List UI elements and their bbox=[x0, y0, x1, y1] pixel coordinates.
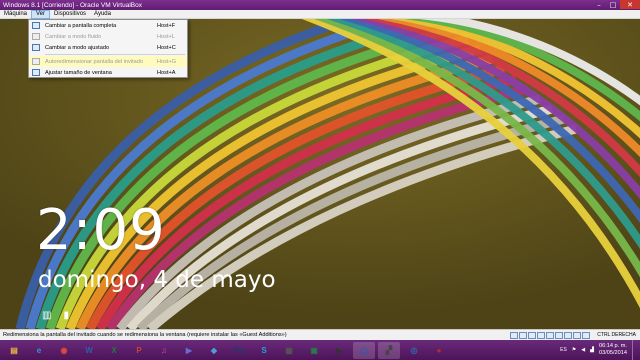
menu-item-fullscreen[interactable]: Cambiar a pantalla completa Host+F bbox=[29, 20, 187, 31]
view-menu-dropdown: Cambiar a pantalla completa Host+F Cambi… bbox=[28, 19, 188, 78]
excel-icon[interactable]: X bbox=[103, 342, 125, 359]
adjust-window-icon bbox=[32, 69, 40, 76]
taskbar-apps: ▤ e ◉ W X P ♫ ▶ ◆ Ps S ▦ ▣ ▶ ▢ ▞ ◎ ● bbox=[0, 341, 450, 359]
status-icons bbox=[510, 331, 591, 339]
network-icon[interactable] bbox=[546, 331, 555, 339]
menu-item-scale[interactable]: Cambiar a modo ajustado Host+C bbox=[29, 42, 187, 53]
network-icon: ▥ bbox=[42, 310, 52, 321]
media-player-icon[interactable]: ▶ bbox=[328, 342, 350, 359]
powerpoint-icon[interactable]: P bbox=[128, 342, 150, 359]
cpu-icon[interactable] bbox=[573, 331, 582, 339]
usb-icon[interactable] bbox=[528, 331, 537, 339]
menu-item-label: Cambiar a modo ajustado bbox=[45, 44, 110, 51]
seamless-icon bbox=[32, 33, 40, 40]
menu-item-shortcut: Host+A bbox=[157, 69, 176, 76]
chrome-icon[interactable]: ◉ bbox=[53, 342, 75, 359]
movie-icon[interactable]: ▞ bbox=[378, 341, 400, 359]
photoshop-icon[interactable]: Ps bbox=[228, 342, 250, 359]
itunes-icon[interactable]: ♫ bbox=[153, 342, 175, 359]
menu-ayuda[interactable]: Ayuda bbox=[90, 10, 115, 19]
menu-item-label: Cambiar a pantalla completa bbox=[45, 22, 117, 29]
taskbar: ▤ e ◉ W X P ♫ ▶ ◆ Ps S ▦ ▣ ▶ ▢ ▞ ◎ ● ES ⚑ ◀ ▟ 06:14 p. m.… bbox=[0, 340, 640, 360]
media-icon[interactable]: ▶ bbox=[178, 342, 200, 359]
close-button[interactable]: ✕ bbox=[620, 0, 640, 9]
calculator-icon[interactable]: ▦ bbox=[278, 342, 300, 359]
menu-item-shortcut: Host+F bbox=[157, 22, 176, 29]
skype-icon[interactable]: S bbox=[253, 342, 275, 359]
lockscreen-time: 2:09 bbox=[36, 198, 166, 263]
hdd-icon[interactable] bbox=[510, 331, 519, 339]
show-desktop-button[interactable] bbox=[632, 340, 637, 360]
menu-bar: Máquina Ver Dispositivos Ayuda bbox=[0, 9, 640, 19]
menu-item-auto-resize[interactable]: Autoredimensionar pantalla del invitado … bbox=[29, 56, 187, 67]
auto-resize-icon bbox=[32, 58, 40, 65]
host-key-label: CTRL DERECHA bbox=[597, 332, 636, 338]
maximize-button[interactable]: □ bbox=[606, 0, 620, 9]
flag-icon[interactable]: ⚑ bbox=[572, 347, 576, 353]
ie-icon[interactable]: e bbox=[28, 342, 50, 359]
menu-item-seamless[interactable]: Cambiar a modo fluido Host+L bbox=[29, 31, 187, 42]
app2-icon[interactable]: ● bbox=[428, 342, 450, 359]
status-text: Redimensiona la pantalla del invitado cu… bbox=[3, 332, 287, 338]
camera-icon[interactable]: ◎ bbox=[403, 342, 425, 359]
store-icon[interactable]: ▣ bbox=[303, 342, 325, 359]
battery-icon: ▮ bbox=[63, 310, 69, 321]
menu-item-adjust-window[interactable]: Ajustar tamaño de ventana Host+A bbox=[29, 67, 187, 78]
video-capture-icon[interactable] bbox=[564, 331, 573, 339]
virtualbox-icon[interactable]: ▢ bbox=[353, 341, 375, 359]
window-controls: – □ ✕ bbox=[592, 0, 640, 10]
explorer-icon[interactable]: ▤ bbox=[3, 342, 25, 359]
menu-ver[interactable]: Ver bbox=[31, 9, 51, 19]
optical-icon[interactable] bbox=[519, 331, 528, 339]
lockscreen-date: domingo, 4 de mayo bbox=[38, 267, 276, 293]
menu-item-label: Ajustar tamaño de ventana bbox=[45, 69, 112, 76]
menu-item-shortcut: Host+L bbox=[157, 33, 175, 40]
menu-separator bbox=[45, 54, 185, 55]
mouse-icon[interactable] bbox=[582, 331, 591, 339]
tray-date: 03/05/2014 bbox=[599, 350, 627, 356]
language-indicator[interactable]: ES bbox=[560, 347, 567, 353]
menu-item-label: Cambiar a modo fluido bbox=[45, 33, 102, 40]
lockscreen-status-icons: ▥ ▮ bbox=[42, 310, 69, 321]
window-title: Windows 8.1 [Corriendo] - Oracle VM Virt… bbox=[3, 1, 142, 9]
shared-folder-icon[interactable] bbox=[537, 331, 546, 339]
tray-clock[interactable]: 06:14 p. m. 03/05/2014 bbox=[599, 343, 627, 356]
fullscreen-icon bbox=[32, 22, 40, 29]
network-tray-icon[interactable]: ▟ bbox=[590, 347, 594, 353]
tray-time: 06:14 p. m. bbox=[599, 343, 627, 350]
menu-item-shortcut: Host+G bbox=[157, 58, 177, 65]
system-tray: ES ⚑ ◀ ▟ 06:14 p. m. 03/05/2014 bbox=[560, 340, 637, 360]
menu-maquina[interactable]: Máquina bbox=[0, 10, 31, 19]
menu-dispositivos[interactable]: Dispositivos bbox=[50, 10, 90, 19]
menu-item-shortcut: Host+C bbox=[157, 44, 176, 51]
app-icon[interactable]: ◆ bbox=[203, 342, 225, 359]
scale-icon bbox=[32, 44, 40, 51]
display-icon[interactable] bbox=[555, 331, 564, 339]
word-icon[interactable]: W bbox=[78, 342, 100, 359]
menu-item-label: Autoredimensionar pantalla del invitado bbox=[45, 58, 143, 65]
minimize-button[interactable]: – bbox=[592, 0, 606, 9]
status-bar: Redimensiona la pantalla del invitado cu… bbox=[0, 329, 640, 340]
title-bar: Windows 8.1 [Corriendo] - Oracle VM Virt… bbox=[0, 0, 640, 10]
volume-icon[interactable]: ◀ bbox=[581, 347, 585, 353]
